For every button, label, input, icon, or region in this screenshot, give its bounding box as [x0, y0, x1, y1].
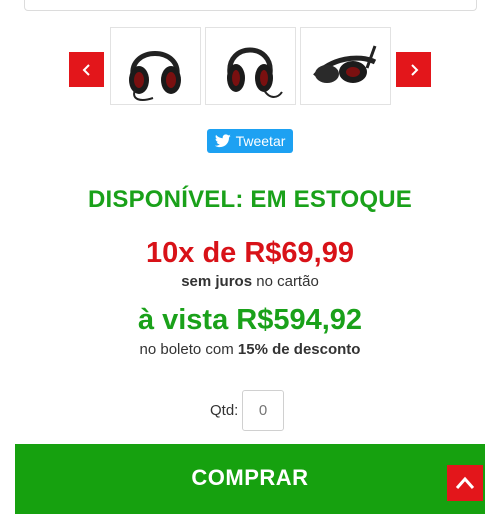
cash-note: no boleto com 15% de desconto — [0, 341, 500, 358]
tweet-label: Tweetar — [235, 133, 286, 149]
quantity-label: Qtd: — [210, 402, 239, 419]
thumbnail-carousel — [0, 27, 500, 107]
quantity-input[interactable] — [242, 390, 284, 431]
headset-side-icon — [313, 45, 377, 83]
chevron-up-icon — [455, 476, 475, 489]
carousel-next-button[interactable] — [396, 52, 431, 87]
headset-front-icon — [129, 51, 181, 101]
thumbnail-1[interactable] — [110, 27, 201, 105]
cash-note-prefix: no boleto com — [139, 341, 238, 358]
installments-price: 10x de R$69,99 — [146, 237, 354, 269]
availability-status: DISPONÍVEL: EM ESTOQUE — [87, 186, 412, 213]
installments-note: sem juros no cartão — [0, 273, 500, 290]
installments-note-bold: sem juros — [181, 273, 253, 290]
cash-note-bold: 15% de desconto — [237, 341, 361, 358]
chevron-left-icon — [82, 63, 90, 76]
product-image-frame — [24, 0, 477, 11]
cash-price: à vista R$594,92 — [137, 304, 363, 336]
installments-note-rest: no cartão — [252, 273, 319, 290]
thumbnail-2[interactable] — [205, 27, 296, 105]
thumbnail-3[interactable] — [300, 27, 391, 105]
carousel-prev-button[interactable] — [69, 52, 104, 87]
tweet-button[interactable]: Tweetar — [207, 129, 293, 153]
scroll-top-button[interactable] — [447, 465, 483, 501]
twitter-bird-icon — [214, 134, 231, 148]
headset-front-icon — [227, 47, 283, 98]
buy-button-label: COMPRAR — [191, 465, 309, 490]
chevron-right-icon — [410, 63, 418, 76]
buy-button[interactable]: COMPRAR — [15, 444, 485, 514]
